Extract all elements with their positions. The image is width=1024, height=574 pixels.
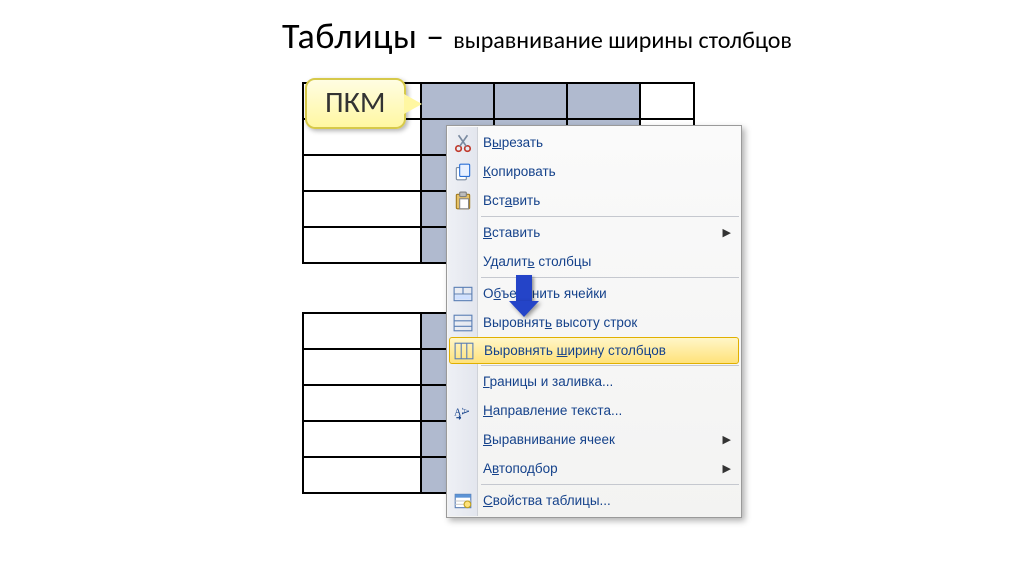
menu-item-1[interactable]: Копировать (447, 157, 741, 186)
col-width-icon (454, 341, 474, 361)
menu-item-label: Вырезать (483, 135, 543, 150)
menu-item-label: Выравнивание ячеек (483, 432, 615, 447)
menu-item-2[interactable]: Вставить (447, 186, 741, 215)
down-arrow-annotation (509, 275, 539, 317)
menu-item-label: Границы и заливка... (483, 374, 613, 389)
title-main: Таблицы – (282, 14, 453, 58)
menu-item-label: Вставить (483, 225, 540, 240)
menu-separator (481, 216, 739, 217)
menu-item-label: Свойства таблицы... (483, 493, 611, 508)
menu-item-11[interactable]: Границы и заливка... (447, 367, 741, 396)
menu-item-9[interactable]: Выровнять ширину столбцов (449, 337, 739, 364)
menu-separator (481, 365, 739, 366)
submenu-arrow-icon: ▶ (723, 433, 731, 446)
menu-item-label: Выровнять ширину столбцов (484, 343, 666, 358)
menu-item-label: Удалить столбцы (483, 254, 591, 269)
menu-item-16[interactable]: Свойства таблицы... (447, 486, 741, 515)
svg-text:A: A (459, 407, 470, 415)
menu-item-5[interactable]: Удалить столбцы (447, 247, 741, 276)
menu-item-14[interactable]: Автоподбор ▶ (447, 454, 741, 483)
submenu-arrow-icon: ▶ (723, 462, 731, 475)
copy-icon (453, 162, 473, 182)
context-menu-list: Вырезать Копировать Вставить Вставить ▶ Удали… (447, 126, 741, 517)
callout-right-click: ПКМ (305, 78, 422, 129)
text-dir-icon: AA (453, 401, 473, 421)
menu-item-label: Копировать (483, 164, 556, 179)
menu-item-7[interactable]: Объединить ячейки (447, 279, 741, 308)
table-props-icon (453, 491, 473, 511)
menu-item-0[interactable]: Вырезать (447, 128, 741, 157)
menu-item-label: Направление текста... (483, 403, 622, 418)
menu-item-label: Автоподбор (483, 461, 558, 476)
merge-icon (453, 284, 473, 304)
context-menu: Вырезать Копировать Вставить Вставить ▶ Удали… (446, 125, 742, 518)
cut-icon (453, 133, 473, 153)
submenu-arrow-icon: ▶ (723, 226, 731, 239)
menu-item-12[interactable]: AA Направление текста... (447, 396, 741, 425)
menu-separator (481, 484, 739, 485)
row-height-icon (453, 313, 473, 333)
paste-icon (453, 191, 473, 211)
menu-item-4[interactable]: Вставить ▶ (447, 218, 741, 247)
menu-item-label: Выровнять высоту строк (483, 315, 637, 330)
menu-item-label: Объединить ячейки (483, 286, 607, 301)
menu-item-13[interactable]: Выравнивание ячеек ▶ (447, 425, 741, 454)
callout-text: ПКМ (325, 84, 386, 121)
menu-item-label: Вставить (483, 193, 540, 208)
page-title: Таблицы – выравнивание ширины столбцов (282, 14, 792, 58)
menu-item-8[interactable]: Выровнять высоту строк (447, 308, 741, 337)
title-sub: выравнивание ширины столбцов (453, 26, 792, 55)
